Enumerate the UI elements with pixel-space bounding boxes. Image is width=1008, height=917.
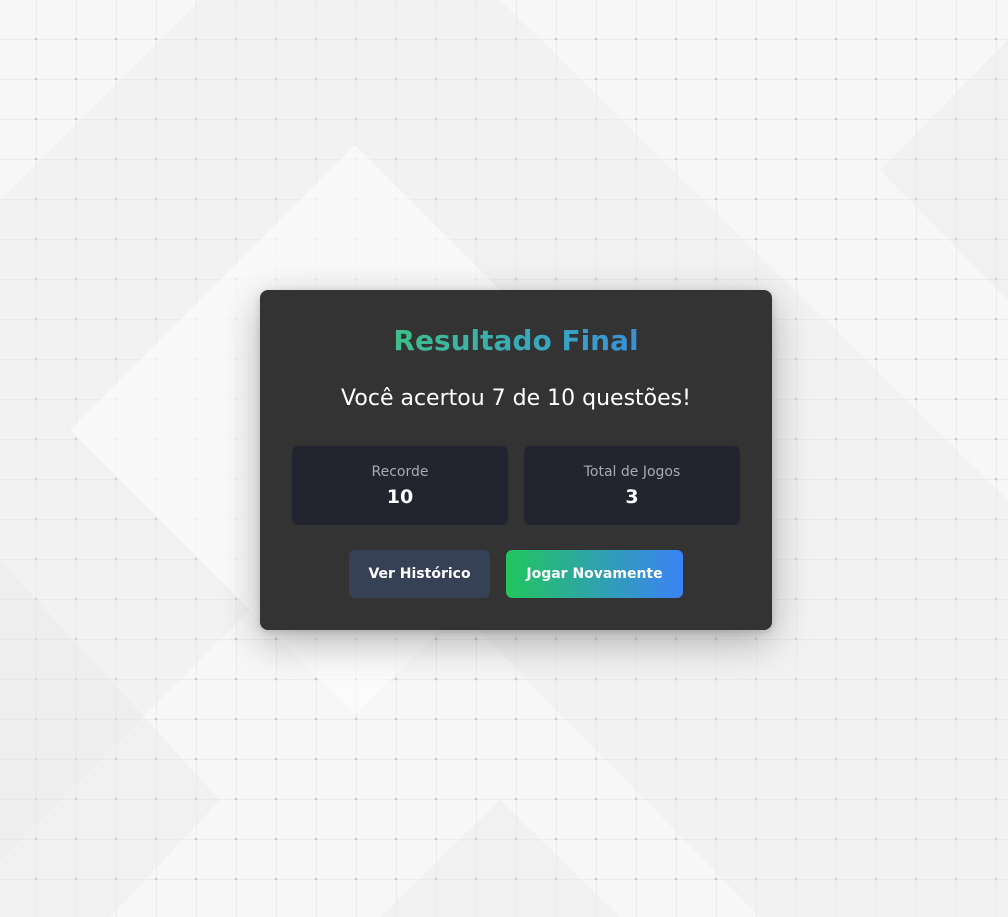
stat-total-games-value: 3	[625, 486, 639, 508]
stats-panel: Recorde 10 Total de Jogos 3	[292, 446, 740, 525]
view-history-button[interactable]: Ver Histórico	[349, 550, 490, 598]
score-message: Você acertou 7 de 10 questões!	[341, 386, 691, 411]
stat-record-value: 10	[386, 486, 414, 508]
result-title: Resultado Final	[393, 324, 639, 357]
play-again-button[interactable]: Jogar Novamente	[506, 550, 683, 598]
stat-record-label: Recorde	[371, 464, 429, 480]
stat-total-games: Total de Jogos 3	[524, 446, 740, 525]
stat-total-games-label: Total de Jogos	[583, 464, 681, 480]
result-card: Resultado Final Você acertou 7 de 10 que…	[260, 290, 772, 630]
stat-record: Recorde 10	[292, 446, 508, 525]
